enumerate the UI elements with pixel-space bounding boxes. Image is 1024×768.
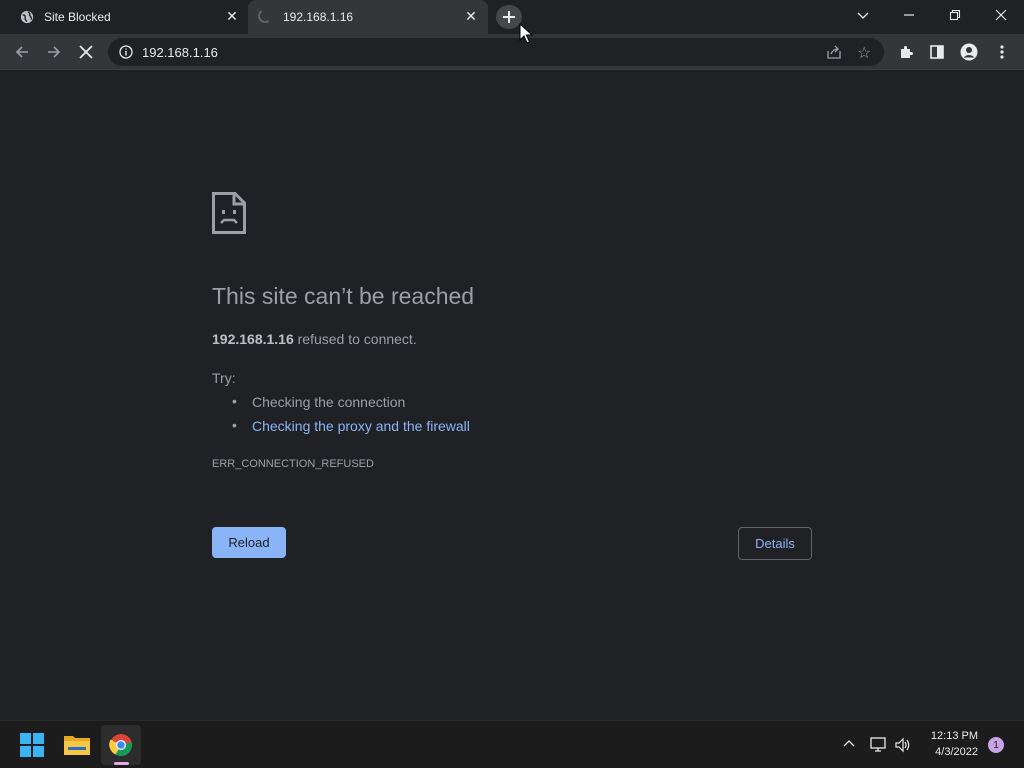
suggestion-text: Checking the connection <box>252 394 406 410</box>
suggestion-link[interactable]: Checking the proxy and the firewall <box>252 418 470 434</box>
browser-toolbar: 192.168.1.16 ☆ <box>0 34 1024 70</box>
error-title: This site can’t be reached <box>212 283 475 309</box>
sad-page-icon <box>212 192 246 234</box>
mouse-cursor-icon <box>519 23 533 44</box>
details-button[interactable]: Details <box>738 527 812 560</box>
chevron-up-icon <box>843 740 855 747</box>
tab-close-icon[interactable]: ✕ <box>463 8 479 24</box>
restore-icon <box>949 9 961 21</box>
minimize-button[interactable] <box>895 4 923 26</box>
error-page: This site can’t be reached 192.168.1.16 … <box>0 70 1024 720</box>
restore-button[interactable] <box>941 4 969 26</box>
file-explorer-icon[interactable] <box>64 733 90 755</box>
tab-title: 192.168.1.16 <box>283 10 354 24</box>
active-app-indicator <box>114 762 129 765</box>
error-message: refused to connect. <box>293 331 417 347</box>
chevron-down-icon <box>857 12 869 19</box>
side-panel-icon <box>930 45 944 59</box>
tab-site-blocked[interactable]: Site Blocked ✕ <box>0 0 248 34</box>
show-hidden-icons-button[interactable] <box>843 737 855 752</box>
url-text[interactable]: 192.168.1.16 <box>142 45 218 60</box>
bookmark-star-icon[interactable]: ☆ <box>857 43 871 63</box>
tab-search-button[interactable] <box>849 4 877 26</box>
address-bar[interactable]: 192.168.1.16 ☆ <box>108 38 884 66</box>
profile-button[interactable] <box>957 40 981 64</box>
chrome-icon <box>109 734 132 756</box>
close-icon <box>995 9 1007 21</box>
notification-badge[interactable]: 1 <box>988 737 1004 753</box>
tab-title: Site Blocked <box>44 10 111 24</box>
chrome-taskbar-button[interactable] <box>101 725 141 765</box>
network-icon[interactable] <box>870 737 888 753</box>
clock-date[interactable]: 4/3/2022 <box>920 746 978 758</box>
browser-window: Site Blocked ✕ 192.168.1.16 ✕ 192.168.1.… <box>0 0 1024 768</box>
minimize-icon <box>904 14 914 16</box>
globe-icon <box>20 10 34 24</box>
error-code: ERR_CONNECTION_REFUSED <box>212 458 374 470</box>
tab-strip: Site Blocked ✕ 192.168.1.16 ✕ <box>0 0 1024 34</box>
windows-start-icon[interactable] <box>20 733 44 757</box>
tab-close-icon[interactable]: ✕ <box>224 8 240 24</box>
loading-spinner-icon <box>256 7 274 25</box>
info-icon[interactable] <box>119 45 133 59</box>
try-label: Try: <box>212 370 236 386</box>
puzzle-icon <box>901 46 913 58</box>
clock-time[interactable]: 12:13 PM <box>930 730 978 742</box>
stop-loading-button[interactable] <box>74 40 98 64</box>
arrow-left-icon <box>15 46 28 58</box>
menu-button[interactable] <box>990 40 1014 64</box>
side-panel-button[interactable] <box>925 40 949 64</box>
profile-icon <box>960 43 978 61</box>
stop-icon <box>79 45 93 59</box>
forward-button[interactable] <box>42 40 66 64</box>
volume-icon[interactable] <box>894 736 912 754</box>
more-vert-icon <box>1000 45 1004 59</box>
tab-active[interactable]: 192.168.1.16 ✕ <box>248 0 488 34</box>
share-icon[interactable] <box>826 44 842 60</box>
taskbar: 12:13 PM 4/3/2022 1 <box>0 720 1024 768</box>
error-description: 192.168.1.16 refused to connect. <box>212 331 417 347</box>
reload-button[interactable]: Reload <box>212 527 286 558</box>
error-host: 192.168.1.16 <box>212 331 294 347</box>
arrow-right-icon <box>48 46 61 58</box>
plus-icon <box>503 11 515 23</box>
close-window-button[interactable] <box>987 4 1015 26</box>
extensions-button[interactable] <box>894 40 918 64</box>
back-button[interactable] <box>10 40 34 64</box>
